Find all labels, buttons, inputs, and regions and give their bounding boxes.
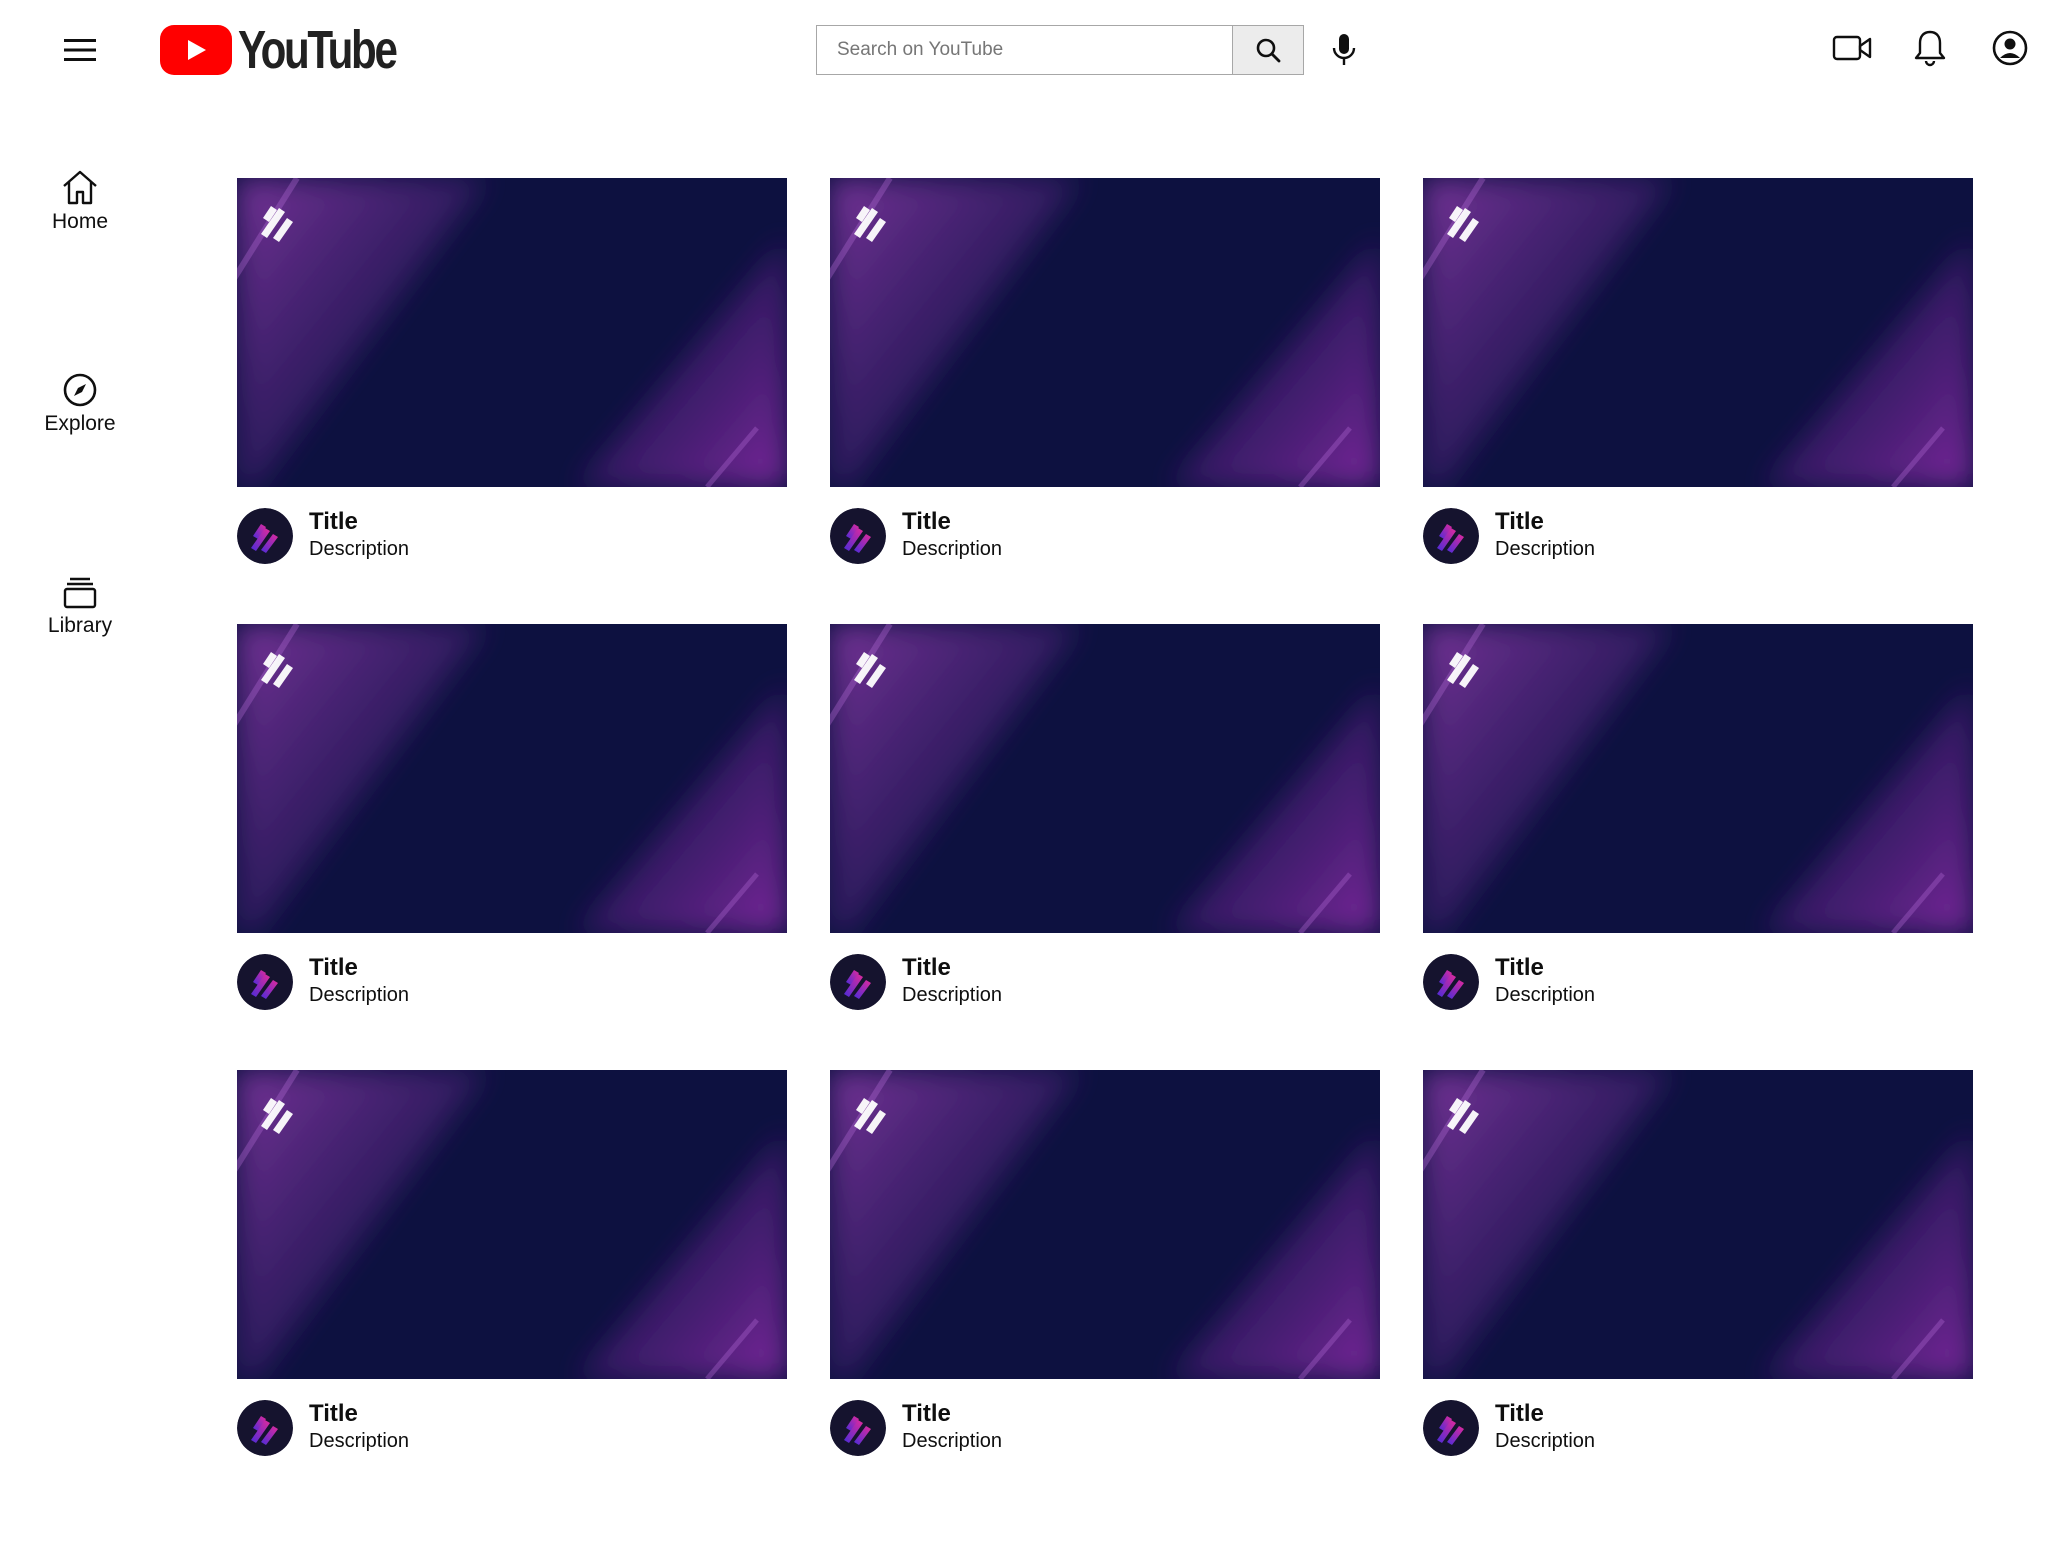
- account-icon: [1992, 30, 2028, 66]
- thumbnail-image: [1423, 178, 1973, 487]
- channel-avatar[interactable]: [830, 954, 886, 1010]
- video-description: Description: [1495, 1430, 1596, 1452]
- play-logo-icon: [160, 25, 232, 75]
- home-icon: [63, 170, 97, 205]
- video-description: Description: [309, 1430, 410, 1452]
- video-camera-icon: [1832, 35, 1872, 61]
- thumbnail-image: [237, 624, 787, 933]
- thumbnail-image: [830, 178, 1380, 487]
- video-card: Title Description: [1423, 178, 1973, 578]
- video-description: Description: [309, 538, 410, 560]
- video-card: Title Description: [830, 624, 1380, 1024]
- bell-icon: [1914, 30, 1946, 67]
- video-thumbnail[interactable]: [1423, 1070, 1973, 1379]
- video-card: Title Description: [237, 624, 787, 1024]
- top-bar: YouTube: [0, 0, 2048, 104]
- video-card: Title Description: [237, 178, 787, 578]
- video-description: Description: [902, 1430, 1003, 1452]
- channel-avatar[interactable]: [830, 1400, 886, 1456]
- video-title[interactable]: Title: [309, 508, 358, 536]
- sidebar-item-label: Home: [51, 210, 109, 233]
- video-description: Description: [309, 984, 410, 1006]
- search-button[interactable]: [1232, 25, 1304, 75]
- menu-button[interactable]: [56, 24, 104, 76]
- channel-avatar[interactable]: [1423, 1400, 1479, 1456]
- thumbnail-image: [237, 1070, 787, 1379]
- channel-avatar[interactable]: [1423, 508, 1479, 564]
- video-description: Description: [1495, 538, 1596, 560]
- channel-avatar[interactable]: [830, 508, 886, 564]
- sidebar-item-explore[interactable]: Explore: [20, 372, 140, 462]
- search-icon: [1256, 38, 1281, 63]
- video-thumbnail[interactable]: [1423, 178, 1973, 487]
- logo-text: YouTube: [238, 20, 398, 80]
- video-thumbnail[interactable]: [237, 624, 787, 933]
- video-card: Title Description: [1423, 624, 1973, 1024]
- video-description: Description: [902, 538, 1003, 560]
- menu-icon: [64, 39, 96, 61]
- sidebar-item-label: Explore: [44, 412, 116, 435]
- channel-avatar[interactable]: [237, 1400, 293, 1456]
- video-thumbnail[interactable]: [237, 1070, 787, 1379]
- video-card: Title Description: [830, 178, 1380, 578]
- video-title[interactable]: Title: [902, 508, 951, 536]
- video-title[interactable]: Title: [902, 954, 951, 982]
- account-button[interactable]: [1984, 22, 2036, 74]
- video-card: Title Description: [830, 1070, 1380, 1470]
- video-thumbnail[interactable]: [830, 624, 1380, 933]
- video-thumbnail[interactable]: [1423, 624, 1973, 933]
- video-title[interactable]: Title: [309, 954, 358, 982]
- video-description: Description: [902, 984, 1003, 1006]
- youtube-logo[interactable]: YouTube: [160, 20, 440, 80]
- channel-avatar[interactable]: [237, 954, 293, 1010]
- video-title[interactable]: Title: [1495, 954, 1544, 982]
- notifications-button[interactable]: [1904, 22, 1956, 74]
- video-thumbnail[interactable]: [830, 178, 1380, 487]
- video-title[interactable]: Title: [1495, 1400, 1544, 1428]
- sidebar-item-home[interactable]: Home: [20, 168, 140, 258]
- sidebar-item-label: Library: [47, 614, 113, 637]
- channel-avatar[interactable]: [237, 508, 293, 564]
- video-title[interactable]: Title: [1495, 508, 1544, 536]
- library-icon: [63, 577, 97, 609]
- video-thumbnail[interactable]: [830, 1070, 1380, 1379]
- thumbnail-image: [830, 624, 1380, 933]
- sidebar-item-library[interactable]: Library: [20, 576, 140, 666]
- voice-search-button[interactable]: [1320, 26, 1368, 74]
- compass-icon: [63, 373, 97, 407]
- video-card: Title Description: [1423, 1070, 1973, 1470]
- video-card: Title Description: [237, 1070, 787, 1470]
- channel-avatar[interactable]: [1423, 954, 1479, 1010]
- video-title[interactable]: Title: [902, 1400, 951, 1428]
- thumbnail-image: [237, 178, 787, 487]
- video-title[interactable]: Title: [309, 1400, 358, 1428]
- mic-icon: [1332, 34, 1356, 65]
- video-description: Description: [1495, 984, 1596, 1006]
- create-video-button[interactable]: [1826, 22, 1878, 74]
- thumbnail-image: [830, 1070, 1380, 1379]
- search-bar: [816, 25, 1304, 75]
- thumbnail-image: [1423, 624, 1973, 933]
- video-thumbnail[interactable]: [237, 178, 787, 487]
- thumbnail-image: [1423, 1070, 1973, 1379]
- search-input[interactable]: [816, 25, 1232, 75]
